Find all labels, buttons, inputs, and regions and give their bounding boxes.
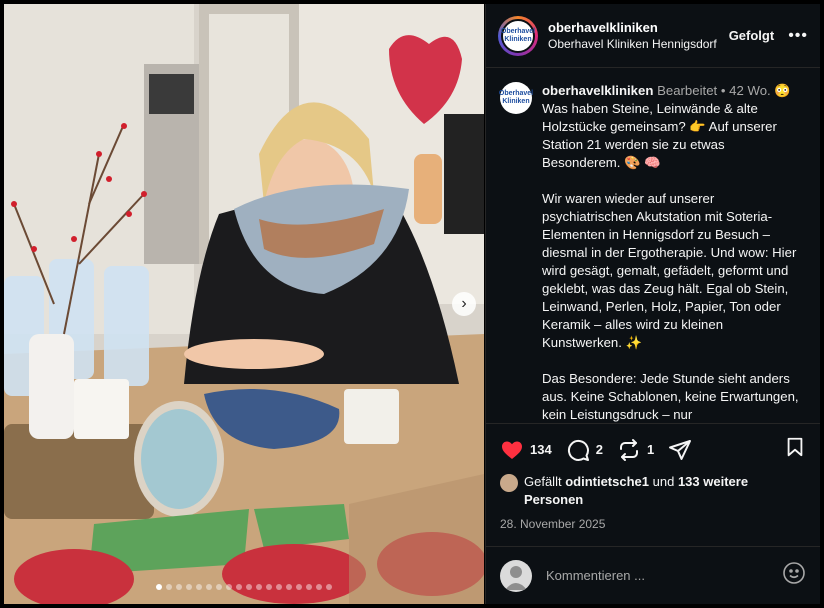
post-age[interactable]: • 42 Wo. xyxy=(721,83,771,98)
carousel-dot xyxy=(176,584,182,590)
carousel-dot xyxy=(326,584,332,590)
likes-middle: und xyxy=(652,474,675,489)
carousel-dot xyxy=(316,584,322,590)
carousel-dot xyxy=(206,584,212,590)
carousel-dot xyxy=(246,584,252,590)
repost-icon xyxy=(619,438,638,461)
emoji-picker-button[interactable] xyxy=(782,561,806,590)
caption-first-paragraph: oberhavelkliniken Bearbeitet • 42 Wo. 😳 … xyxy=(542,82,806,172)
post-photo[interactable]: › xyxy=(4,4,484,604)
more-options-icon[interactable]: ••• xyxy=(788,27,808,45)
carousel-dot xyxy=(266,584,272,590)
carousel-dot xyxy=(186,584,192,590)
photo-illustration xyxy=(4,4,484,604)
carousel-dot xyxy=(226,584,232,590)
carousel-dot xyxy=(216,584,222,590)
caption-avatar[interactable]: Oberhavel Kliniken xyxy=(499,82,533,114)
comment-button[interactable]: 2 xyxy=(566,438,603,462)
following-button[interactable]: Gefolgt xyxy=(729,28,775,43)
liker-username[interactable]: odintietsche1 xyxy=(565,474,649,489)
carousel-dot xyxy=(166,584,172,590)
caption-paragraph-3: Das Besondere: Jede Stunde sieht anders … xyxy=(542,371,799,422)
bookmark-icon xyxy=(787,437,803,457)
post-modal: › Oberhavel Kliniken oberhavelkliniken O… xyxy=(0,0,824,608)
carousel-dot xyxy=(156,584,162,590)
comment-input[interactable] xyxy=(546,568,782,583)
heart-icon xyxy=(502,441,522,459)
comment-icon xyxy=(567,439,589,461)
caption-text: oberhavelkliniken Bearbeitet • 42 Wo. 😳 … xyxy=(542,82,806,423)
default-user-icon xyxy=(505,565,527,590)
comment-composer xyxy=(486,546,820,604)
likes-text: Gefällt odintietsche1 und 133 weitere Pe… xyxy=(524,473,806,509)
repost-button[interactable]: 1 xyxy=(617,438,654,462)
user-avatar[interactable] xyxy=(500,559,532,592)
carousel-dot xyxy=(256,584,262,590)
carousel-dot xyxy=(286,584,292,590)
header-text: oberhavelkliniken Oberhavel Kliniken Hen… xyxy=(548,19,729,53)
liker-avatar[interactable] xyxy=(500,474,518,492)
caption-username[interactable]: oberhavelkliniken xyxy=(542,83,653,98)
share-count[interactable]: 1 xyxy=(647,442,654,457)
likes-prefix: Gefällt xyxy=(524,474,562,489)
carousel-dot xyxy=(306,584,312,590)
carousel-dot xyxy=(236,584,242,590)
edited-label: Bearbeitet xyxy=(657,83,718,98)
next-image-button[interactable]: › xyxy=(452,292,476,316)
profile-avatar: Oberhavel Kliniken xyxy=(501,18,535,53)
like-count[interactable]: 134 xyxy=(530,442,552,457)
caption-section[interactable]: Oberhavel Kliniken oberhavelkliniken Bea… xyxy=(486,68,820,424)
likes-summary: Gefällt odintietsche1 und 133 weitere Pe… xyxy=(486,471,820,511)
header-location[interactable]: Oberhavel Kliniken Hennigsdorf xyxy=(548,36,729,53)
carousel-dot xyxy=(196,584,202,590)
caption-paragraph-2: Wir waren wieder auf unserer psychiatris… xyxy=(542,191,797,350)
save-button[interactable] xyxy=(784,436,806,463)
comment-count[interactable]: 2 xyxy=(596,442,603,457)
post-header: Oberhavel Kliniken oberhavelkliniken Obe… xyxy=(486,4,820,68)
carousel-indicator xyxy=(4,584,484,590)
send-button[interactable] xyxy=(668,438,692,462)
post-date[interactable]: 28. November 2025 xyxy=(486,511,820,537)
send-icon xyxy=(669,439,692,460)
carousel-dot xyxy=(276,584,282,590)
like-button[interactable]: 134 xyxy=(500,438,552,462)
smiley-icon xyxy=(783,562,805,584)
carousel-dot xyxy=(296,584,302,590)
header-username[interactable]: oberhavelkliniken xyxy=(548,19,729,36)
action-bar: 134 2 1 xyxy=(486,424,820,471)
profile-avatar-ring[interactable]: Oberhavel Kliniken xyxy=(498,15,538,56)
post-side-panel: Oberhavel Kliniken oberhavelkliniken Obe… xyxy=(485,4,820,604)
